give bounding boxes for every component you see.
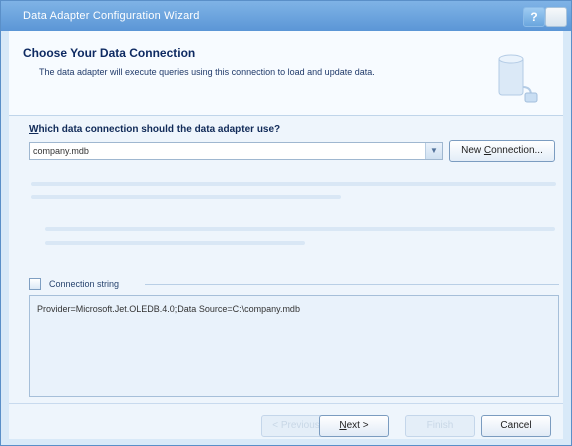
faded-text-line (45, 241, 305, 245)
faded-text-line (45, 227, 555, 231)
next-accesskey: N (339, 420, 347, 431)
chevron-down-icon[interactable]: ▼ (425, 143, 442, 159)
window-title: Data Adapter Configuration Wizard (23, 10, 200, 22)
cancel-button[interactable]: Cancel (481, 415, 551, 437)
faded-text-line (31, 182, 556, 186)
page-title: Choose Your Data Connection (23, 46, 196, 60)
faded-text-line (31, 195, 341, 199)
wizard-header: Choose Your Data Connection The data ada… (9, 31, 563, 115)
finish-button[interactable]: Finish (405, 415, 475, 437)
connection-question: Which data connection should the data ad… (29, 124, 280, 135)
database-connection-icon (498, 54, 538, 103)
new-connection-label-pre: New (461, 145, 484, 156)
next-label: ext > (346, 420, 369, 431)
footer-separator (9, 403, 563, 404)
connection-string-value: Provider=Microsoft.Jet.OLEDB.4.0;Data So… (37, 304, 300, 314)
connection-select[interactable]: company.mdb ▼ (29, 142, 443, 160)
next-button[interactable]: Next > (319, 415, 389, 437)
wizard-window: Data Adapter Configuration Wizard ? Choo… (0, 0, 572, 446)
wizard-body: Choose Your Data Connection The data ada… (9, 31, 563, 439)
close-button[interactable] (545, 7, 567, 27)
header-separator (9, 115, 563, 116)
page-description: The data adapter will execute queries us… (39, 67, 375, 77)
question-text: hich data connection should the data ada… (38, 124, 281, 135)
connection-string-textbox[interactable]: Provider=Microsoft.Jet.OLEDB.4.0;Data So… (29, 295, 559, 397)
connection-string-label: Connection string (49, 279, 120, 289)
connection-string-divider (145, 284, 559, 285)
help-button[interactable]: ? (523, 7, 545, 27)
new-connection-label-post: onnection... (491, 145, 543, 156)
connection-select-value: company.mdb (33, 146, 89, 156)
new-connection-button[interactable]: New Connection... (449, 140, 555, 162)
connection-string-expand-toggle[interactable] (29, 278, 41, 290)
title-bar[interactable]: Data Adapter Configuration Wizard ? (1, 1, 571, 31)
